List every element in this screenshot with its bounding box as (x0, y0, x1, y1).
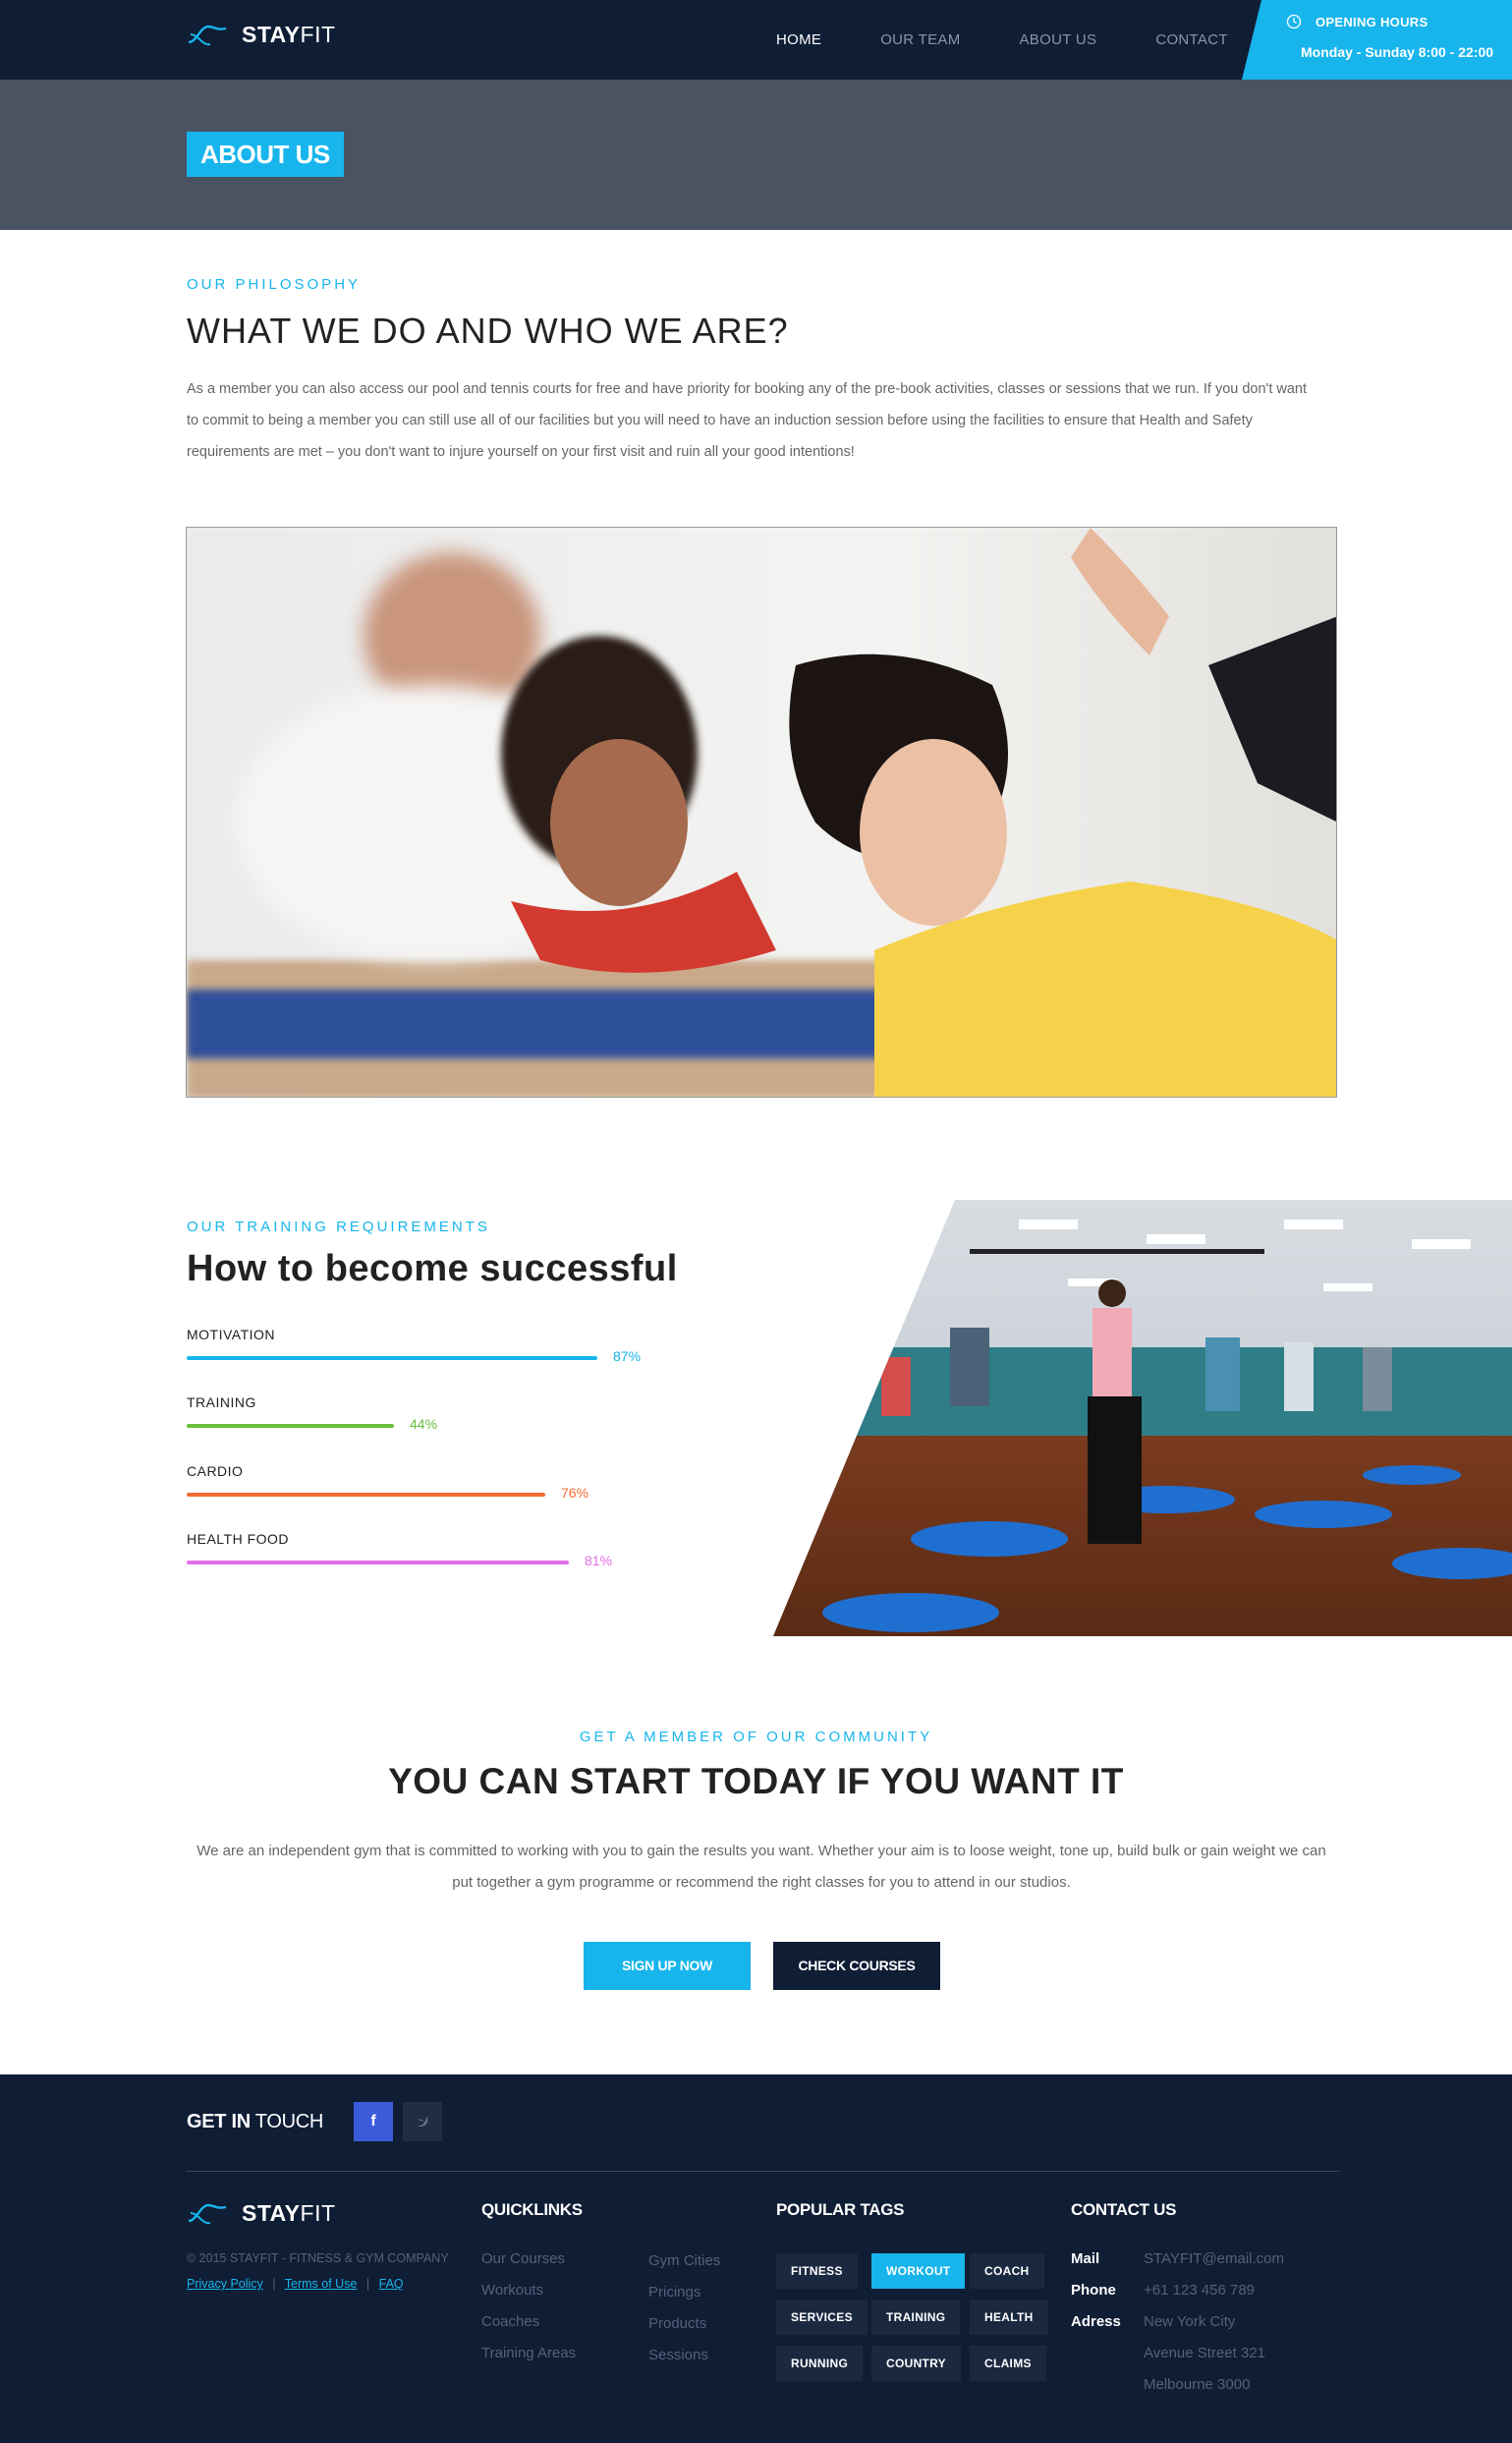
nav-our-team[interactable]: OUR TEAM (880, 31, 960, 48)
fitness-class-photo (186, 527, 1337, 1098)
tag-services[interactable]: SERVICES (776, 2300, 868, 2335)
tag-country[interactable]: COUNTRY (871, 2346, 961, 2381)
address-label: Adress (1071, 2313, 1121, 2330)
philosophy-eyebrow: OUR PHILOSOPHY (187, 276, 362, 293)
mail-label: Mail (1071, 2250, 1100, 2267)
opening-hours-value: Monday - Sunday 8:00 - 22:00 (1301, 44, 1494, 60)
skill-cardio: CARDIO 76% (187, 1463, 776, 1501)
contact-title: CONTACT US (1071, 2200, 1177, 2219)
quicklink-item[interactable]: Training Areas (481, 2338, 576, 2369)
quicklink-item[interactable]: Products (648, 2308, 720, 2340)
quicklink-item[interactable]: Workouts (481, 2275, 576, 2306)
link-separator: | (365, 2277, 370, 2291)
skill-label: CARDIO (187, 1463, 244, 1479)
logo[interactable]: STAYFIT (187, 22, 336, 48)
logo-wave-icon (188, 25, 227, 45)
address-line: Melbourne 3000 (1144, 2376, 1251, 2393)
tag-claims[interactable]: CLAIMS (970, 2346, 1046, 2381)
skill-percent: 76% (561, 1485, 589, 1501)
training-title: How to become successful (187, 1248, 678, 1289)
logo-wave-icon (188, 2203, 227, 2224)
community-eyebrow: GET A MEMBER OF OUR COMMUNITY (579, 1729, 933, 1745)
skill-label: TRAINING (187, 1394, 256, 1410)
popular-tags-title: POPULAR TAGS (776, 2200, 905, 2219)
page-banner: ABOUT US (0, 80, 1512, 230)
opening-hours-title: OPENING HOURS (1316, 15, 1428, 29)
clock-icon (1286, 14, 1302, 29)
quicklink-item[interactable]: Coaches (481, 2306, 576, 2338)
community-text: We are an independent gym that is commit… (196, 1843, 1326, 1891)
tag-coach[interactable]: COACH (970, 2253, 1044, 2289)
skill-percent: 44% (410, 1416, 438, 1432)
quicklink-item[interactable]: Gym Cities (648, 2245, 720, 2277)
skill-percent: 87% (613, 1348, 642, 1364)
footer-logo[interactable]: STAYFIT (187, 2200, 336, 2227)
address-value: New York City Avenue Street 321 Melbourn… (1144, 2306, 1265, 2401)
site-footer: GET IN TOUCH f STAYFIT © 2015 STAYFIT - … (0, 2074, 1512, 2443)
philosophy-text: As a member you can also access our pool… (187, 381, 1307, 460)
tag-health[interactable]: HEALTH (970, 2300, 1048, 2335)
tag-workout[interactable]: WORKOUT (871, 2253, 966, 2289)
community-title: YOU CAN START TODAY IF YOU WANT IT (388, 1761, 1124, 1801)
opening-hours-panel: OPENING HOURS Monday - Sunday 8:00 - 22:… (1242, 0, 1512, 80)
page-title: ABOUT US (187, 132, 344, 177)
skill-label: HEALTH FOOD (187, 1531, 290, 1547)
legal-links: Privacy Policy | Terms of Use | FAQ (187, 2277, 404, 2291)
quicklink-item[interactable]: Sessions (648, 2340, 720, 2371)
skill-health-food: HEALTH FOOD 81% (187, 1531, 776, 1568)
phone-label: Phone (1071, 2282, 1116, 2299)
brand-name: STAYFIT (242, 22, 336, 47)
faq-link[interactable]: FAQ (379, 2277, 404, 2291)
tag-fitness[interactable]: FITNESS (776, 2253, 858, 2289)
terms-of-use-link[interactable]: Terms of Use (285, 2277, 358, 2291)
privacy-policy-link[interactable]: Privacy Policy (187, 2277, 263, 2291)
address-line: New York City (1144, 2313, 1236, 2330)
training-eyebrow: OUR TRAINING REQUIREMENTS (187, 1219, 490, 1235)
sign-up-button[interactable]: SIGN UP NOW (584, 1942, 751, 1990)
mail-value[interactable]: STAYFIT@email.com (1144, 2244, 1284, 2275)
address-line: Avenue Street 321 (1144, 2345, 1265, 2361)
nav-home[interactable]: HOME (776, 31, 821, 48)
quicklinks-col-1: Our Courses Workouts Coaches Training Ar… (481, 2244, 576, 2369)
gym-class-photo (773, 1200, 1512, 1636)
twitter-icon[interactable] (403, 2102, 442, 2141)
phone-value[interactable]: +61 123 456 789 (1144, 2275, 1255, 2306)
skill-training: TRAINING 44% (187, 1394, 776, 1432)
tag-running[interactable]: RUNNING (776, 2346, 864, 2381)
footer-divider (187, 2171, 1339, 2172)
copyright: © 2015 STAYFIT - FITNESS & GYM COMPANY (187, 2251, 449, 2265)
check-courses-button[interactable]: CHECK COURSES (773, 1942, 940, 1990)
skill-label: MOTIVATION (187, 1327, 276, 1342)
quicklink-item[interactable]: Pricings (648, 2277, 720, 2308)
skill-bar (187, 1356, 597, 1360)
brand-name: STAYFIT (242, 2200, 336, 2226)
skill-bar (187, 1424, 394, 1428)
nav-contact[interactable]: CONTACT (1155, 31, 1227, 48)
quicklink-item[interactable]: Our Courses (481, 2244, 576, 2275)
facebook-icon[interactable]: f (354, 2102, 393, 2141)
main-nav: HOME OUR TEAM ABOUT US CONTACT (747, 0, 1258, 80)
get-in-touch-title: GET IN TOUCH (187, 2111, 324, 2132)
nav-about-us[interactable]: ABOUT US (1020, 31, 1097, 48)
tag-training[interactable]: TRAINING (871, 2300, 961, 2335)
link-separator: | (272, 2277, 276, 2291)
site-header: STAYFIT HOME OUR TEAM ABOUT US CONTACT O… (0, 0, 1512, 80)
skill-bar (187, 1493, 545, 1497)
quicklinks-title: QUICKLINKS (481, 2200, 583, 2219)
skill-percent: 81% (585, 1553, 613, 1568)
skill-motivation: MOTIVATION 87% (187, 1327, 776, 1364)
skill-bar (187, 1561, 569, 1564)
philosophy-title: WHAT WE DO AND WHO WE ARE? (187, 311, 789, 351)
quicklinks-col-2: Gym Cities Pricings Products Sessions (648, 2245, 720, 2371)
